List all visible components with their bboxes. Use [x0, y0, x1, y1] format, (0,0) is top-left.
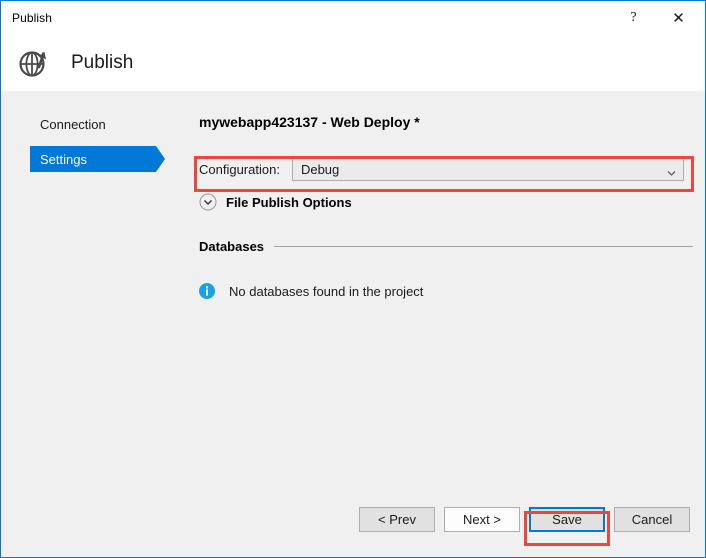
title-bar: Publish ? ✕	[1, 1, 705, 34]
chevron-down-icon	[667, 165, 676, 174]
file-publish-options-expander[interactable]: File Publish Options	[199, 193, 352, 211]
page-title: mywebapp423137 - Web Deploy *	[199, 114, 420, 130]
chevron-down-circle-icon	[199, 193, 217, 211]
header-title: Publish	[71, 52, 133, 74]
section-divider	[274, 246, 693, 247]
databases-section-header: Databases	[199, 239, 693, 254]
info-icon	[199, 283, 215, 299]
publish-dialog-window: Publish ? ✕ Publish Connection Settin	[0, 0, 706, 558]
prev-button[interactable]: < Prev	[359, 507, 435, 532]
globe-publish-icon	[15, 44, 53, 82]
configuration-row: Configuration: Debug	[199, 154, 693, 184]
databases-empty-message: No databases found in the project	[199, 283, 423, 299]
file-publish-options-label: File Publish Options	[226, 195, 352, 210]
sidebar-item-settings[interactable]: Settings	[30, 146, 156, 172]
main-panel: mywebapp423137 - Web Deploy * Configurat…	[171, 91, 705, 557]
dialog-header: Publish	[1, 34, 705, 91]
next-button[interactable]: Next >	[444, 507, 520, 532]
dialog-body: Connection Settings mywebapp423137 - Web…	[1, 91, 705, 557]
footer-button-bar: < Prev Next > Save Cancel	[1, 501, 705, 557]
close-icon[interactable]: ✕	[656, 1, 701, 34]
databases-section-title: Databases	[199, 239, 264, 254]
configuration-label: Configuration:	[199, 162, 280, 177]
sidebar-item-label: Connection	[40, 117, 106, 132]
configuration-select[interactable]: Debug	[292, 158, 684, 181]
sidebar: Connection Settings	[1, 91, 171, 557]
databases-message-text: No databases found in the project	[229, 284, 423, 299]
cancel-button[interactable]: Cancel	[614, 507, 690, 532]
help-button[interactable]: ?	[611, 1, 656, 34]
sidebar-item-label: Settings	[40, 152, 87, 167]
sidebar-item-connection[interactable]: Connection	[30, 111, 156, 137]
configuration-value: Debug	[293, 162, 339, 177]
save-button[interactable]: Save	[529, 507, 605, 532]
window-title: Publish	[12, 11, 52, 25]
